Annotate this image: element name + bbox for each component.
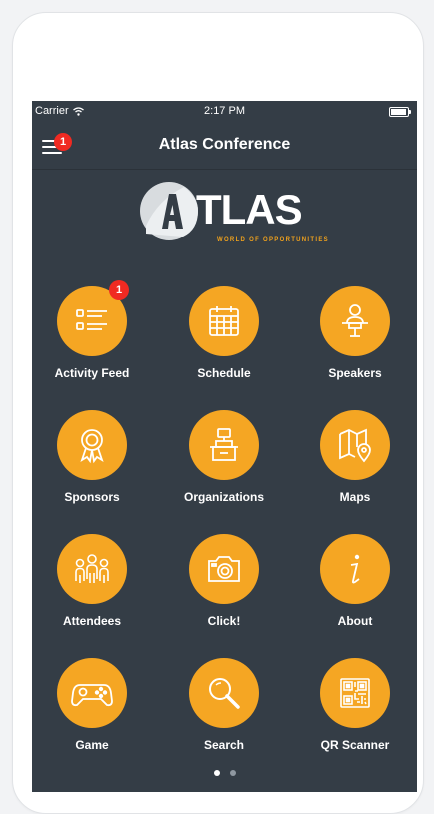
tile-label: Game xyxy=(75,738,109,752)
tile-activity-feed[interactable]: 1 Activity Feed xyxy=(32,280,152,380)
tile-qr-scanner[interactable]: QR Scanner xyxy=(295,658,415,752)
atlas-logo-mark-icon xyxy=(140,182,198,240)
tile-label: About xyxy=(337,614,373,628)
info-icon xyxy=(350,554,360,584)
tile-label: Maps xyxy=(339,490,371,504)
page-title: Atlas Conference xyxy=(158,136,291,153)
camera-icon xyxy=(208,556,240,582)
tile-label: QR Scanner xyxy=(320,738,390,752)
tile-about[interactable]: About xyxy=(295,534,415,628)
qr-code-icon xyxy=(340,678,370,708)
tile-game[interactable]: Game xyxy=(32,658,152,752)
organization-icon xyxy=(210,428,238,461)
page-dot-active[interactable] xyxy=(213,770,220,776)
battery-icon xyxy=(389,107,411,117)
tile-click[interactable]: Click! xyxy=(164,534,284,628)
tile-label: Activity Feed xyxy=(54,366,130,380)
tile-sponsors[interactable]: Sponsors xyxy=(32,410,152,504)
logo-wordmark: TLAS xyxy=(196,186,303,233)
activity-feed-icon xyxy=(76,309,107,330)
atlas-logo: TLAS WORLD OF OPPORTUNITIES xyxy=(32,178,417,250)
award-ribbon-icon xyxy=(80,429,104,464)
tile-attendees[interactable]: Attendees xyxy=(32,534,152,628)
map-pin-icon xyxy=(339,428,371,463)
tile-label: Click! xyxy=(207,614,241,628)
tile-schedule[interactable]: Schedule xyxy=(164,286,284,380)
tile-label: Attendees xyxy=(62,614,121,628)
navigation-bar: 1 Atlas Conference xyxy=(32,123,417,170)
tile-label: Organizations xyxy=(183,490,264,504)
status-bar: Carrier 2:17 PM xyxy=(32,101,417,123)
clock: 2:17 PM xyxy=(204,105,245,117)
tile-search[interactable]: Search xyxy=(164,658,284,752)
page-indicator xyxy=(32,770,417,776)
page-dot[interactable] xyxy=(229,770,236,776)
search-icon xyxy=(209,678,240,709)
tile-organizations[interactable]: Organizations xyxy=(164,410,284,504)
people-icon xyxy=(75,554,109,583)
activity-badge: 1 xyxy=(109,280,129,300)
gamepad-icon xyxy=(71,684,113,707)
tile-label: Search xyxy=(203,738,245,752)
tile-maps[interactable]: Maps xyxy=(295,410,415,504)
tile-label: Speakers xyxy=(328,366,382,380)
logo-tagline: WORLD OF OPPORTUNITIES xyxy=(217,237,329,243)
speaker-podium-icon xyxy=(342,304,368,337)
tile-label: Schedule xyxy=(197,366,251,380)
calendar-icon xyxy=(209,306,239,336)
app-screen: Carrier 2:17 PM 1 Atlas Conference TLAS … xyxy=(32,101,417,792)
tile-speakers[interactable]: Speakers xyxy=(295,286,415,380)
tile-label: Sponsors xyxy=(64,490,120,504)
